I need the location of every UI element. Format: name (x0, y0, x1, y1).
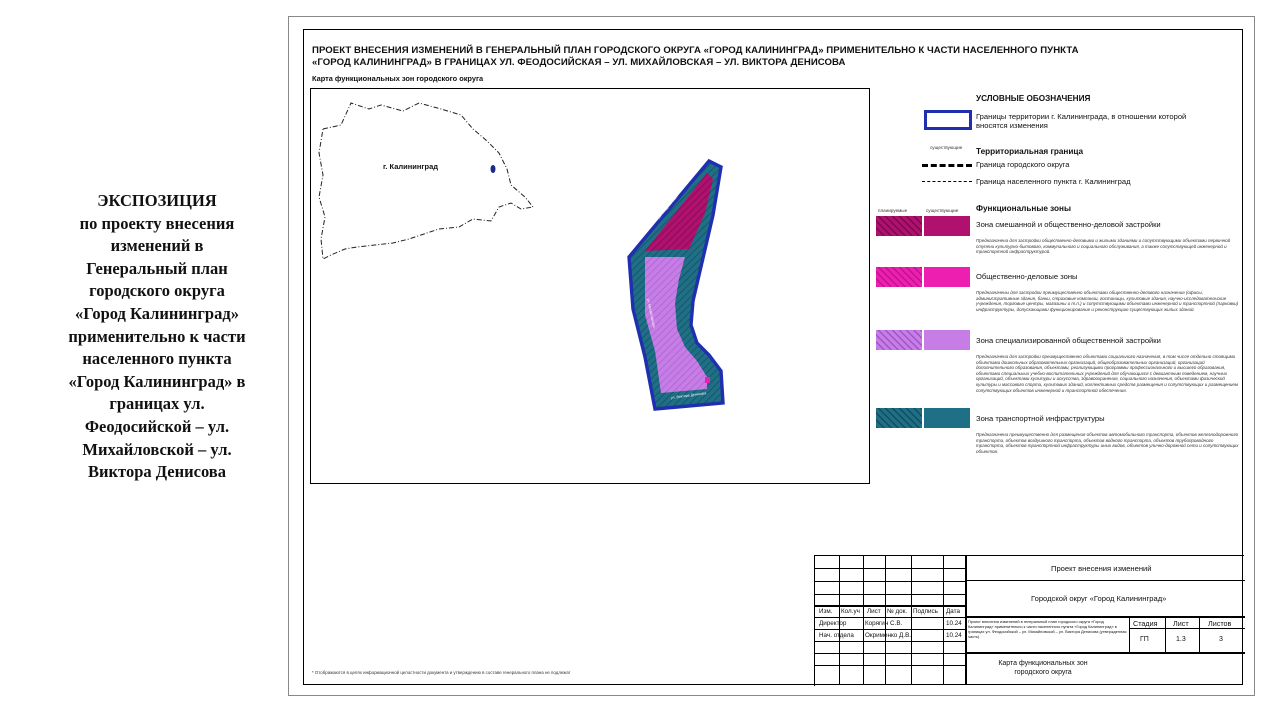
row1-name: Корягин С.В. (865, 620, 903, 627)
settlement-border-sample (922, 181, 972, 182)
zones-title: Функциональные зоны (976, 204, 1071, 213)
public-business-planned-swatch (876, 267, 922, 287)
zone-desc-1: Предназначена для застройки общественно-… (976, 238, 1231, 255)
legend-title: УСЛОВНЫЕ ОБОЗНАЧЕНИЯ (976, 94, 1091, 103)
existing-label-1: существующие (930, 145, 963, 150)
stage-label: Стадия (1133, 619, 1158, 628)
col-izm: Изм. (819, 608, 833, 615)
sheet-header-line-1: ПРОЕКТ ВНЕСЕНИЯ ИЗМЕНЕНИЙ В ГЕНЕРАЛЬНЫЙ … (312, 45, 1079, 56)
zone-name-4: Зона транспортной инфраструктуры (976, 414, 1105, 423)
planned-label: планируемые (878, 208, 908, 213)
map-name: Карта функциональных зон городского окру… (998, 660, 1088, 676)
district-border-sample (922, 164, 972, 167)
project-title: Проект внесения изменений (1051, 564, 1152, 573)
sheet-label: Лист (1173, 619, 1189, 628)
city-marker (490, 165, 496, 173)
transport-zone-planned-swatch (876, 408, 922, 428)
public-business-spot (705, 377, 710, 383)
drawing-frame: ПРОЕКТ ВНЕСЕНИЯ ИЗМЕНЕНИЙ В ГЕНЕРАЛЬНЫЙ … (303, 29, 1245, 686)
settlement-boundary (318, 102, 534, 260)
col-date: Дата (946, 608, 960, 615)
zone-name-3: Зона специализированной общественной зас… (976, 336, 1161, 345)
sheet-header-line-2: «ГОРОД КАЛИНИНГРАД» В ГРАНИЦАХ УЛ. ФЕОДО… (312, 57, 846, 68)
transport-zone-existing-swatch (924, 408, 970, 428)
stage-value: ГП (1140, 636, 1149, 643)
col-kol-uch: Кол.уч (841, 608, 860, 615)
sheets-value: 3 (1219, 636, 1223, 643)
map-label: Карта функциональных зон городского окру… (312, 74, 484, 83)
row2-name: Окрименко Д.В. (865, 632, 912, 639)
exposition-title: ЭКСПОЗИЦИЯ (97, 191, 217, 210)
sheets-label: Листов (1208, 619, 1232, 628)
territorial-title: Территориальная граница (976, 147, 1084, 156)
zone-name-2: Общественно-деловые зоны (976, 272, 1078, 281)
sheet-value: 1.3 (1176, 636, 1186, 643)
public-business-existing-swatch (924, 267, 970, 287)
specialized-zone-planned-swatch (876, 330, 922, 350)
zone-desc-3: Предназначена для застройки преимуществе… (976, 354, 1238, 393)
zone-desc-4: Предназначена преимущественно для размещ… (976, 432, 1239, 454)
doc-description: Проект внесения изменений в генеральный … (968, 619, 1127, 639)
col-doc: № док. (887, 608, 908, 615)
exposition-body: по проекту внесения изменений в Генераль… (68, 213, 246, 482)
boundary-swatch (924, 110, 972, 130)
district-border-text: Граница городского округа (976, 160, 1070, 169)
map-canvas: ул. Феодосийская ул. Михайловская ул. Ви… (318, 102, 725, 411)
city-label: г. Калининград (383, 162, 439, 171)
specialized-zone-existing-swatch (924, 330, 970, 350)
exposition-caption: ЭКСПОЗИЦИЯ по проекту внесения изменений… (62, 190, 252, 484)
row1-role: Директор (819, 620, 847, 627)
title-block: Изм. Кол.уч Лист № док. Подпись Дата Дир… (814, 555, 1245, 686)
district-title: Городской округ «Город Калининград» (1031, 594, 1167, 603)
settlement-border-text: Граница населенного пункта г. Калинингра… (976, 177, 1131, 186)
footnote: * Отображаются в целях информационной це… (312, 670, 571, 675)
zone-name-1: Зона смешанной и общественно-деловой зас… (976, 220, 1161, 229)
legend: УСЛОВНЫЕ ОБОЗНАЧЕНИЯ Границы территории … (866, 90, 1244, 490)
map-area: ул. Феодосийская ул. Михайловская ул. Ви… (310, 88, 870, 484)
boundary-text: Границы территории г. Калининграда, в от… (976, 112, 1187, 130)
mixed-zone-planned-swatch (876, 216, 922, 236)
row2-date: 10.24 (946, 632, 962, 639)
drawing-sheet: ПРОЕКТ ВНЕСЕНИЯ ИЗМЕНЕНИЙ В ГЕНЕРАЛЬНЫЙ … (288, 16, 1255, 696)
existing-label-2: существующие (926, 208, 959, 213)
row2-role: Нач. отдела (819, 632, 854, 639)
mixed-zone-existing-swatch (924, 216, 970, 236)
row1-date: 10.24 (946, 620, 962, 627)
col-list: Лист (867, 608, 881, 615)
zone-desc-2: Предназначены для застройки преимуществе… (976, 290, 1239, 312)
col-signature: Подпись (913, 608, 938, 615)
